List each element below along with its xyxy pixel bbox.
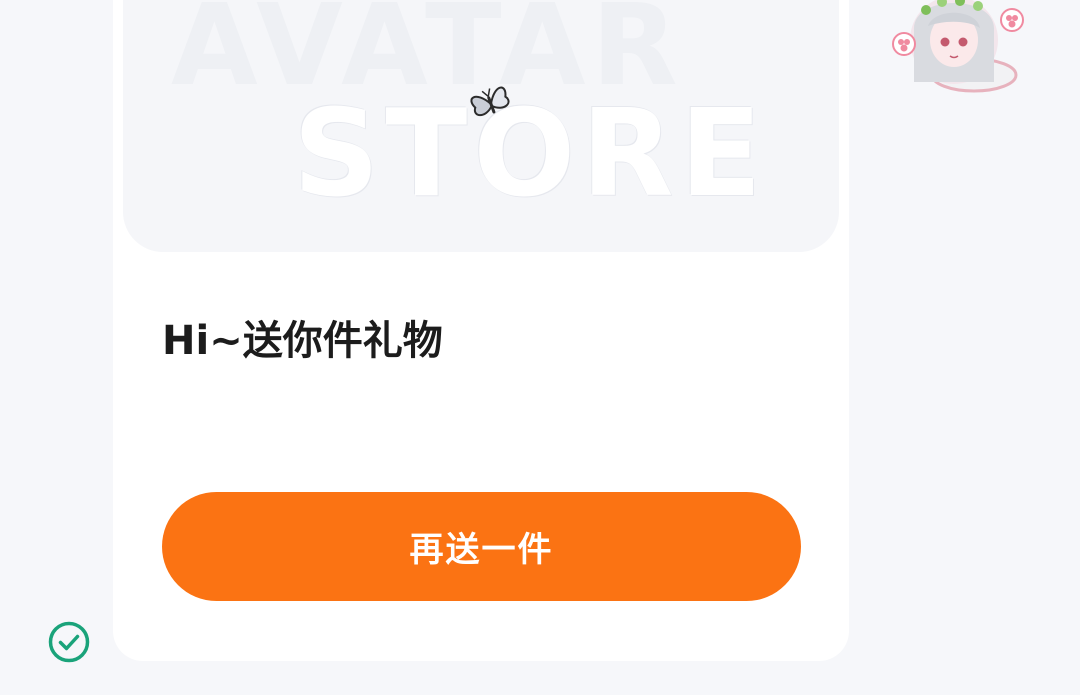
avatar[interactable]: [888, 0, 1028, 108]
gift-page: AVATAR STORE Hi~送你件礼物 再送一件: [0, 0, 1080, 695]
gift-title: Hi~送你件礼物: [162, 318, 443, 364]
gift-card: AVATAR STORE Hi~送你件礼物 再送一件: [113, 0, 849, 661]
avatar-store-banner: AVATAR STORE: [123, 0, 839, 252]
resend-gift-button[interactable]: 再送一件: [162, 492, 801, 601]
butterfly-icon: [470, 86, 510, 117]
check-circle-icon: [48, 621, 90, 663]
banner-watermark-store: STORE: [293, 85, 768, 224]
